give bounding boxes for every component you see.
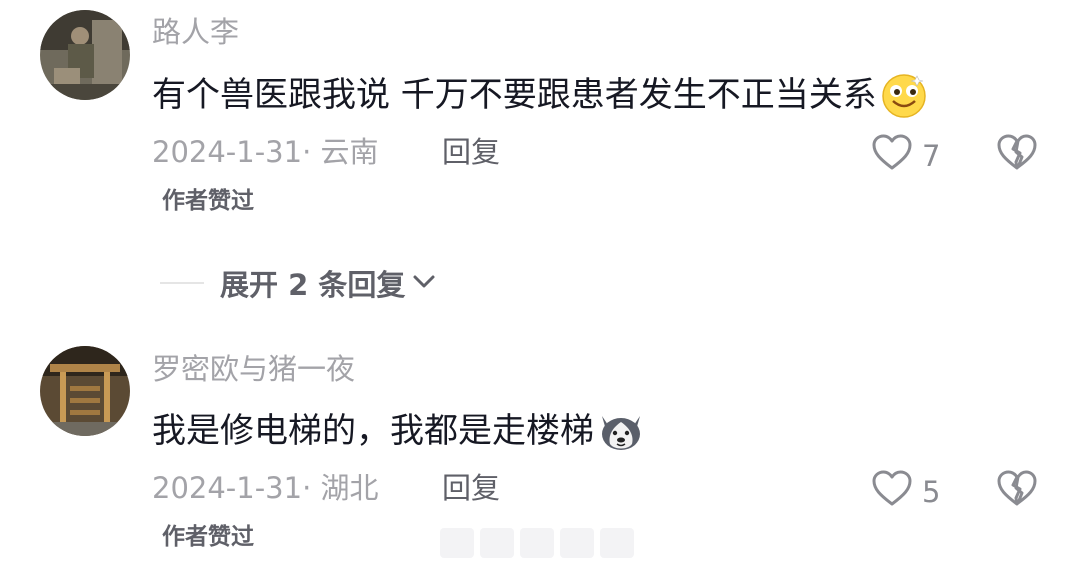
like-count: 7 [922,138,941,173]
author-liked-badge: 作者赞过 [162,188,254,214]
comment-text-content: 我是修电梯的，我都是走楼梯 [152,411,594,451]
expand-divider [160,282,204,284]
avatar[interactable] [40,10,130,100]
heart-icon [870,132,914,179]
avatar[interactable] [40,346,130,436]
reply-button[interactable]: 回复 [442,470,500,506]
comment-date-location: 2024-1-31· 云南 [152,135,379,169]
dislike-button[interactable] [996,468,1038,512]
like-button[interactable]: 7 [870,132,940,179]
heart-icon [870,468,914,515]
broken-heart-icon [996,470,1038,512]
expand-replies-label: 展开 2 条回复 [220,268,406,302]
comment-text-content: 有个兽医跟我说 千万不要跟患者发生不正当关系 [152,75,877,115]
comment-text: 我是修电梯的，我都是走楼梯 [152,406,646,456]
comment-text: 有个兽医跟我说 千万不要跟患者发生不正当关系 [152,70,929,120]
username[interactable]: 罗密欧与猪一夜 [152,351,355,387]
username[interactable]: 路人李 [152,14,239,50]
chevron-down-icon [405,266,439,300]
grinning-face-emoji [879,70,929,120]
like-button[interactable]: 5 [870,468,940,515]
husky-dog-emoji [596,406,646,456]
like-count: 5 [922,474,941,509]
expand-replies-button[interactable]: 展开 2 条回复 [160,262,439,304]
broken-heart-icon [996,134,1038,176]
blurred-watermark [440,528,640,564]
author-liked-badge: 作者赞过 [162,524,254,550]
dislike-button[interactable] [996,132,1038,176]
reply-button[interactable]: 回复 [442,134,500,170]
comment-date-location: 2024-1-31· 湖北 [152,471,379,505]
